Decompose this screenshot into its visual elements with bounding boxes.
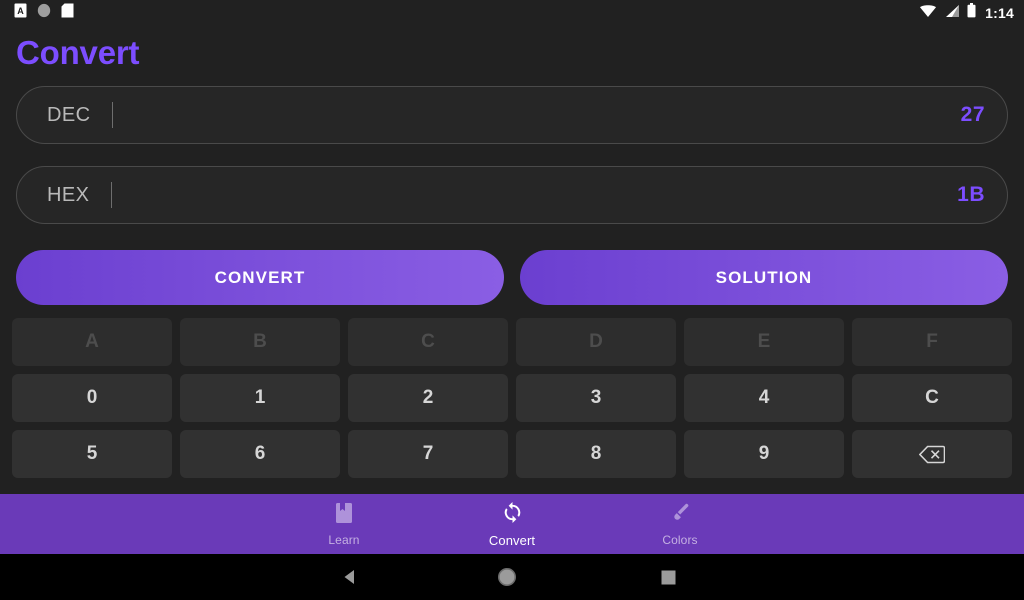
back-icon[interactable] (341, 568, 359, 586)
field-divider (112, 102, 114, 128)
cellular-signal-icon (944, 4, 960, 23)
key-7[interactable]: 7 (348, 430, 508, 478)
battery-icon (967, 3, 976, 23)
nav-item-convert[interactable]: Convert (428, 501, 596, 548)
dec-field[interactable]: DEC 27 (16, 86, 1008, 144)
key-2[interactable]: 2 (348, 374, 508, 422)
key-3[interactable]: 3 (516, 374, 676, 422)
nav-item-colors[interactable]: Colors (596, 502, 764, 547)
sync-icon (501, 501, 524, 529)
page-title: Convert (16, 34, 140, 71)
book-icon (334, 502, 354, 529)
key-1[interactable]: 1 (180, 374, 340, 422)
key-6[interactable]: 6 (180, 430, 340, 478)
status-bar-notifications: A (14, 3, 74, 23)
svg-text:A: A (17, 6, 24, 16)
keypad-row-hex-letters: A B C D E F (12, 318, 1012, 366)
nav-item-learn[interactable]: Learn (260, 502, 428, 547)
recents-icon[interactable] (661, 570, 676, 585)
key-f: F (852, 318, 1012, 366)
key-e: E (684, 318, 844, 366)
dec-field-label: DEC (47, 103, 91, 126)
conversion-fields: DEC 27 HEX 1B (0, 82, 1024, 246)
nav-label-colors: Colors (662, 532, 698, 547)
action-button-row: CONVERT SOLUTION (0, 246, 1024, 305)
nav-label-convert: Convert (488, 532, 536, 548)
key-backspace[interactable] (852, 430, 1012, 478)
backspace-icon (919, 445, 945, 464)
hex-field-label: HEX (47, 183, 90, 206)
status-bar: A 1:14 (0, 0, 1024, 26)
key-0[interactable]: 0 (12, 374, 172, 422)
nav-label-learn: Learn (328, 532, 360, 547)
key-4[interactable]: 4 (684, 374, 844, 422)
status-bar-clock: 1:14 (985, 5, 1014, 21)
keypad: A B C D E F 0 1 2 3 4 C 5 6 7 8 9 (0, 305, 1024, 494)
key-d: D (516, 318, 676, 366)
wifi-icon (919, 4, 937, 23)
key-9[interactable]: 9 (684, 430, 844, 478)
status-bar-system-icons: 1:14 (919, 3, 1014, 23)
home-icon[interactable] (497, 567, 517, 587)
sdcard-notification-icon (61, 3, 74, 23)
letter-a-notification-icon: A (14, 3, 27, 23)
key-clear[interactable]: C (852, 374, 1012, 422)
keypad-row-5-9: 5 6 7 8 9 (12, 430, 1012, 478)
key-5[interactable]: 5 (12, 430, 172, 478)
key-8[interactable]: 8 (516, 430, 676, 478)
key-a: A (12, 318, 172, 366)
key-c-hex: C (348, 318, 508, 366)
paintbrush-icon (669, 502, 691, 529)
system-navigation-bar (0, 554, 1024, 600)
dec-field-value: 27 (960, 103, 985, 126)
field-divider (111, 182, 113, 208)
keypad-row-0-4: 0 1 2 3 4 C (12, 374, 1012, 422)
hex-field-value: 1B (957, 183, 985, 206)
solution-button[interactable]: SOLUTION (520, 250, 1008, 305)
key-b: B (180, 318, 340, 366)
bottom-navigation: Learn Convert Colors (0, 494, 1024, 554)
hex-field[interactable]: HEX 1B (16, 166, 1008, 224)
convert-button[interactable]: CONVERT (16, 250, 504, 305)
circle-notification-icon (37, 3, 51, 23)
app-screen: A 1:14 Convert DEC 27 HEX 1B CONVERT SOL… (0, 0, 1024, 600)
